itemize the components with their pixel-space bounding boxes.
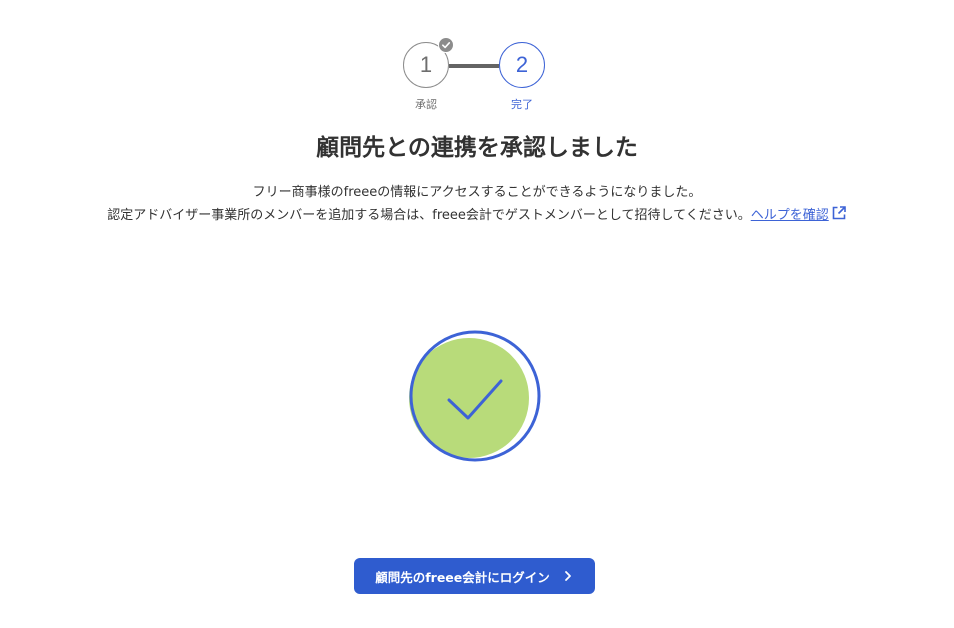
step-1-number: 1 [419, 52, 433, 77]
description-line-2-text: 認定アドバイザー事業所のメンバーを追加する場合は、freee会計でゲストメンバー… [107, 208, 751, 223]
chevron-right-icon [562, 570, 574, 582]
page-title: 顧問先との連携を承認しました [316, 135, 638, 161]
help-link[interactable]: ヘルプを確認 [750, 206, 847, 223]
step-1-label: 承認 [415, 98, 437, 111]
success-checkmark-icon [405, 330, 545, 470]
description-line-2: 認定アドバイザー事業所のメンバーを追加する場合は、freee会計でゲストメンバー… [0, 205, 954, 228]
step-2-circle: 2 [499, 42, 545, 88]
description-line-1: フリー商事様のfreeeの情報にアクセスすることができるようになりました。 [252, 185, 702, 200]
step-2-number: 2 [515, 52, 529, 77]
login-button[interactable]: 顧問先のfreee会計にログイン [354, 558, 595, 594]
step-connector [449, 64, 499, 68]
external-link-icon [831, 205, 847, 228]
progress-stepper: 1 2 承認 完了 [0, 0, 954, 120]
login-button-label: 顧問先のfreee会計にログイン [375, 569, 550, 585]
step-2-label: 完了 [511, 98, 533, 111]
help-link-label: ヘルプを確認 [750, 208, 829, 223]
step-completed-check-icon [438, 37, 454, 53]
